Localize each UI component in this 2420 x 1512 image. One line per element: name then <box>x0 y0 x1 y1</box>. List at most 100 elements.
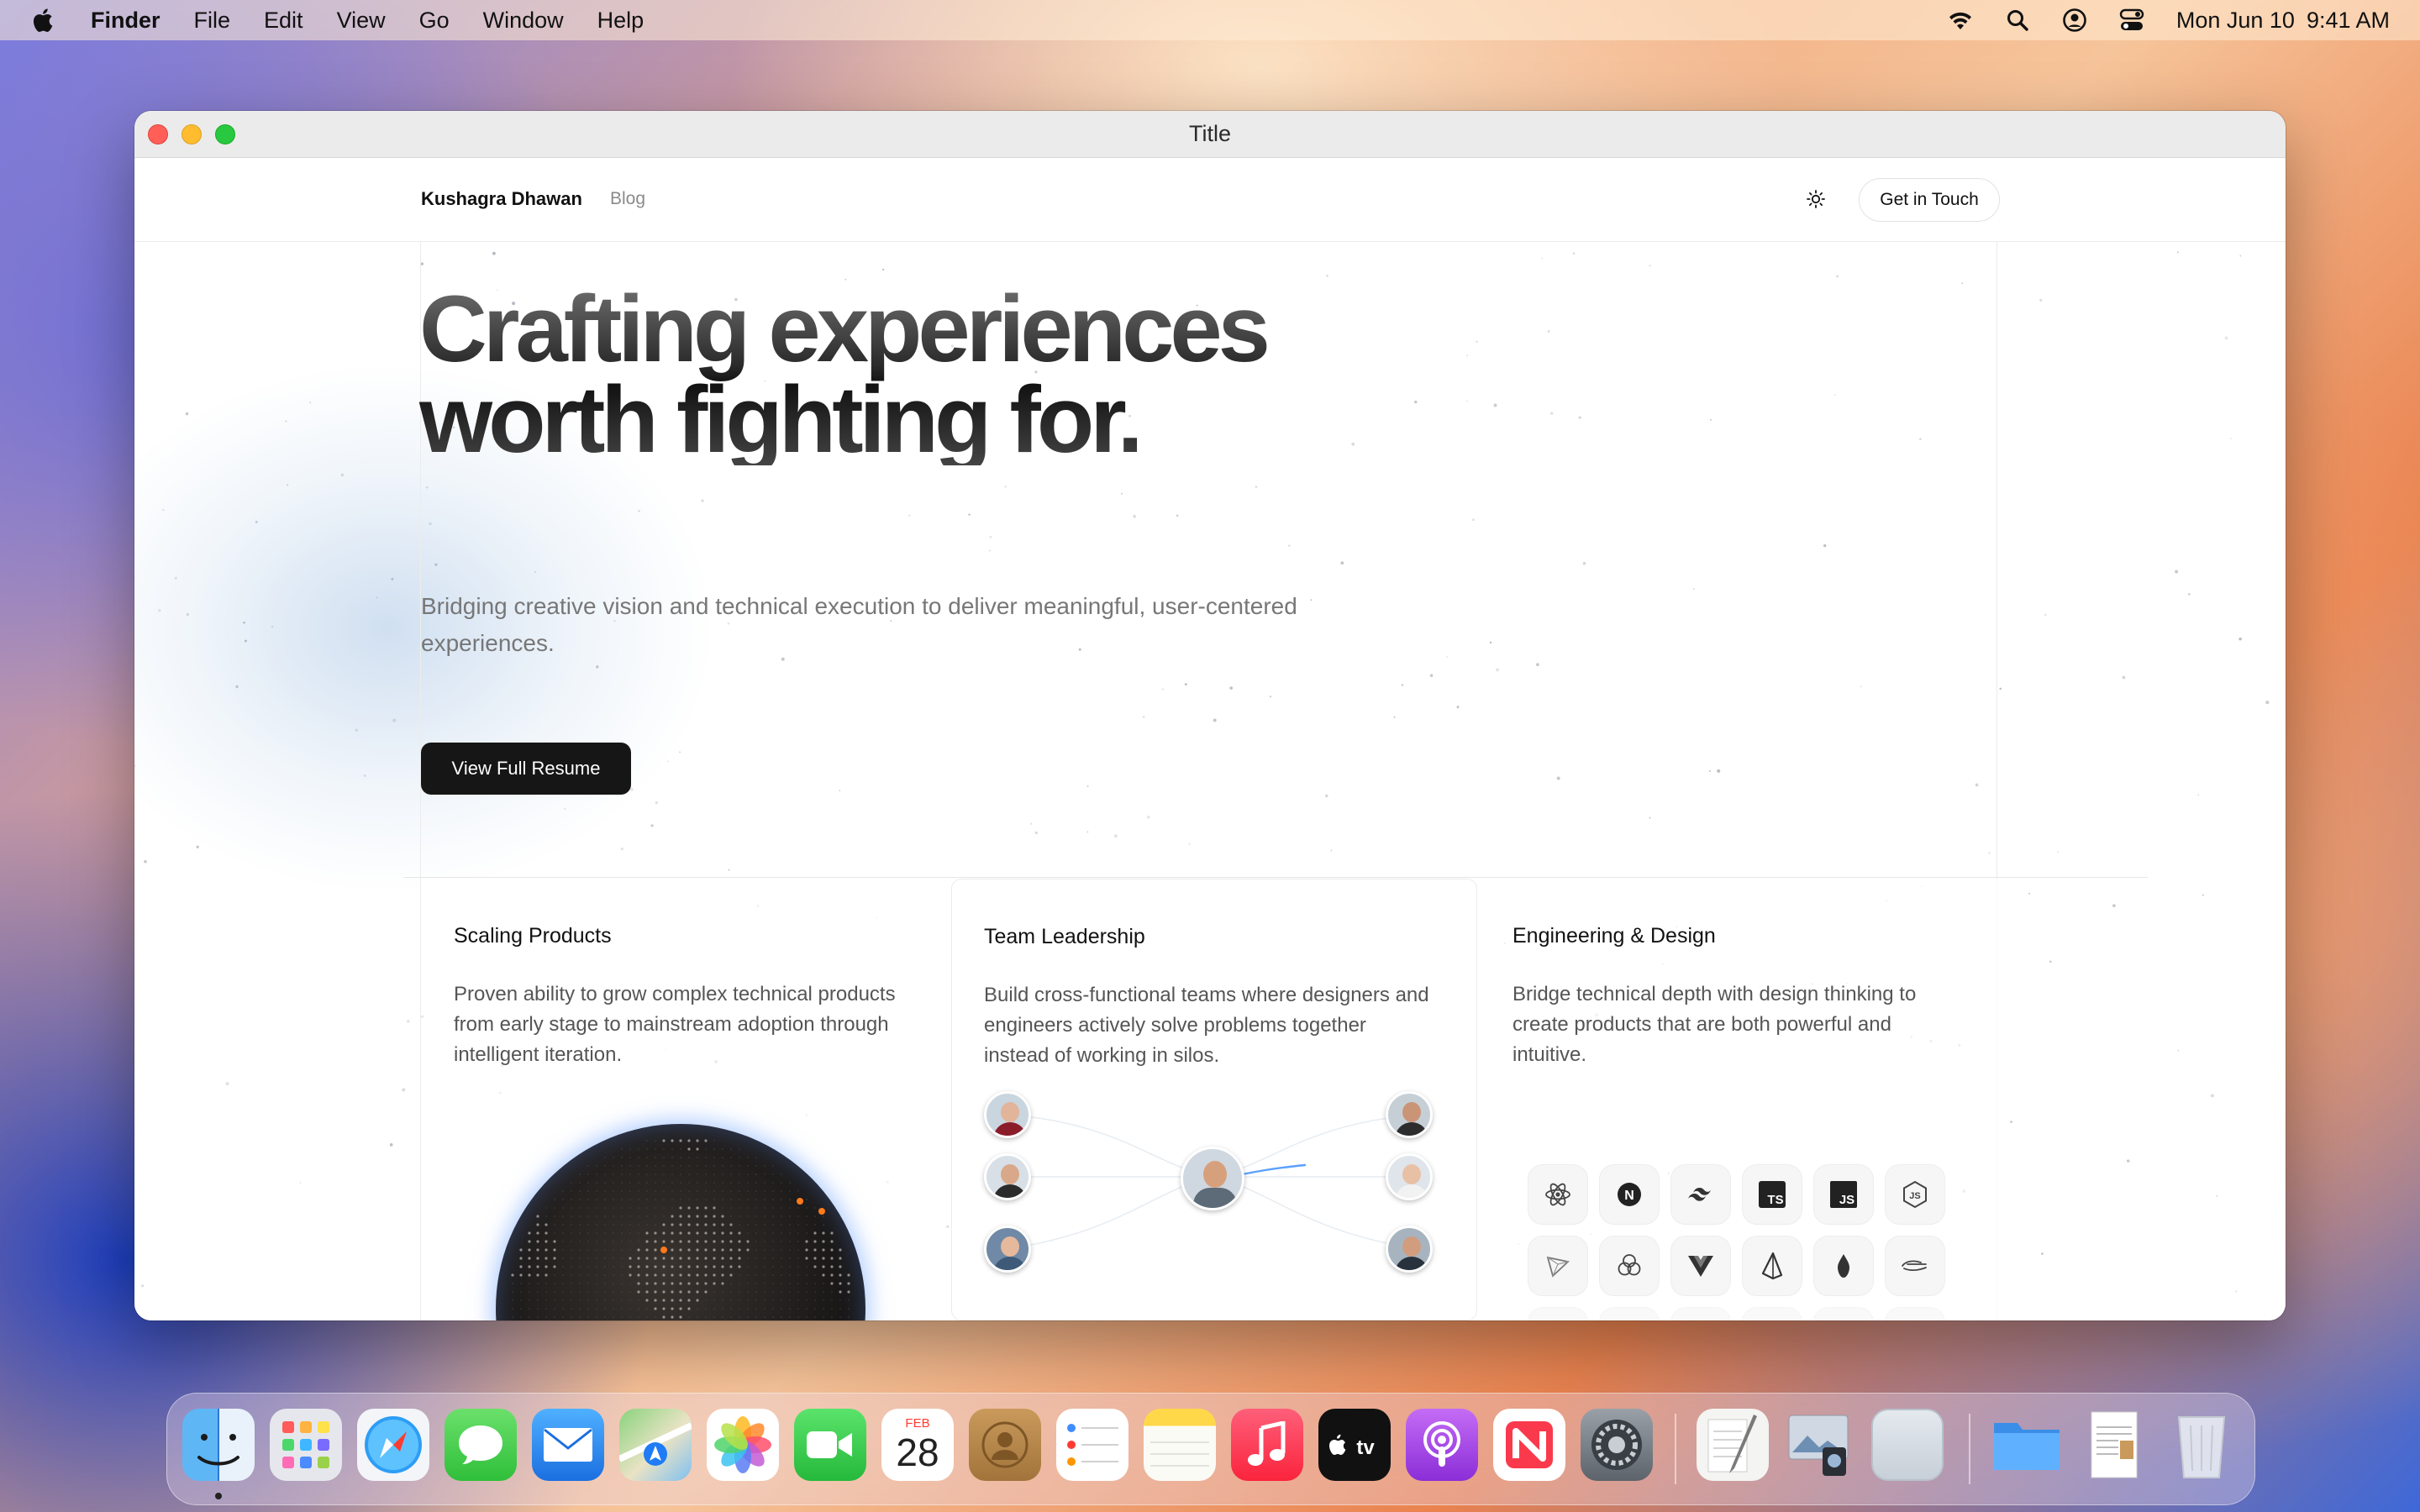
maps-icon[interactable] <box>619 1409 692 1481</box>
user-icon[interactable] <box>2060 6 2089 34</box>
site-header: Kushagra Dhawan Blog Get in Touch <box>134 158 2286 242</box>
star-dot <box>1988 852 1991 854</box>
globe-dot <box>722 1173 723 1175</box>
globe-dot <box>629 1182 631 1184</box>
globe-dot <box>730 1283 732 1284</box>
globe-dot <box>596 1257 597 1259</box>
menu-view[interactable]: View <box>337 8 386 34</box>
globe-dot <box>704 1290 708 1294</box>
globe-dot <box>772 1165 774 1167</box>
star-dot <box>425 486 429 489</box>
music-icon[interactable] <box>1231 1409 1303 1481</box>
search-icon[interactable] <box>2003 6 2032 34</box>
folder-icon[interactable] <box>1991 1409 2063 1481</box>
globe-dot <box>638 1316 639 1318</box>
globe-dot <box>604 1274 606 1276</box>
textedit-icon[interactable] <box>1697 1409 1769 1481</box>
hero-headline: Crafting experiences worth fighting for. <box>419 284 1512 465</box>
menu-edit[interactable]: Edit <box>264 8 303 34</box>
globe-dot <box>830 1231 834 1235</box>
globe-dot <box>687 1248 691 1252</box>
trash-icon[interactable] <box>2165 1409 2238 1481</box>
globe-dot <box>671 1207 673 1209</box>
window-titlebar[interactable]: Title <box>134 111 2286 158</box>
menu-app-name[interactable]: Finder <box>91 8 160 34</box>
document-icon[interactable] <box>2078 1409 2150 1481</box>
star-dot <box>376 596 378 599</box>
clock-time: 9:41 AM <box>2306 7 2390 33</box>
news-icon[interactable] <box>1493 1409 1565 1481</box>
globe-dot <box>730 1173 732 1175</box>
globe-dot <box>554 1274 555 1276</box>
photos-icon[interactable] <box>707 1409 779 1481</box>
globe-dot <box>629 1249 631 1251</box>
star-dot <box>1030 822 1033 825</box>
apple-tv-icon[interactable]: tv <box>1318 1409 1391 1481</box>
globe-dot <box>587 1291 589 1293</box>
globe-dot <box>655 1316 656 1318</box>
star-dot <box>1999 687 2002 690</box>
globe-dot <box>739 1291 740 1293</box>
sun-icon[interactable] <box>1803 186 1828 212</box>
globe-dot <box>747 1283 749 1284</box>
globe-dot <box>680 1165 681 1167</box>
globe-dot <box>696 1290 699 1294</box>
preview-icon[interactable] <box>1784 1409 1856 1481</box>
hero-headline-line-2: worth fighting for. <box>419 367 1139 472</box>
messages-icon[interactable] <box>445 1409 517 1481</box>
globe-dot <box>739 1224 740 1226</box>
calendar-icon[interactable]: FEB 28 <box>881 1409 954 1481</box>
mail-icon[interactable] <box>532 1409 604 1481</box>
podcasts-icon[interactable] <box>1406 1409 1478 1481</box>
globe-dot <box>613 1266 614 1268</box>
web-page: Kushagra Dhawan Blog Get in Touch Crafti… <box>134 158 2286 1320</box>
get-in-touch-button[interactable]: Get in Touch <box>1859 178 2000 222</box>
globe-dot <box>613 1157 614 1158</box>
finder-icon[interactable] <box>182 1409 255 1481</box>
globe-dot <box>747 1157 749 1158</box>
globe-dot <box>739 1182 740 1184</box>
globe-dot <box>814 1316 816 1318</box>
menu-file[interactable]: File <box>194 8 231 34</box>
globe-dot <box>705 1199 707 1200</box>
menu-clock[interactable]: Mon Jun 10 9:41 AM <box>2176 8 2390 34</box>
wifi-icon[interactable] <box>1946 6 1975 34</box>
contacts-icon[interactable] <box>969 1409 1041 1481</box>
nav-blog-link[interactable]: Blog <box>610 189 645 209</box>
reminders-icon[interactable] <box>1056 1409 1128 1481</box>
globe-dot <box>755 1207 757 1209</box>
globe-dot <box>797 1274 799 1276</box>
globe-dot <box>730 1291 732 1293</box>
globe-dot <box>806 1308 808 1310</box>
globe-dot <box>654 1240 657 1243</box>
close-button[interactable] <box>148 124 168 144</box>
zoom-button[interactable] <box>215 124 235 144</box>
globe-dot <box>755 1257 757 1259</box>
globe-dot <box>739 1283 740 1284</box>
globe-dot <box>679 1315 682 1319</box>
star-dot <box>185 412 189 416</box>
view-resume-button[interactable]: View Full Resume <box>421 743 631 795</box>
star-dot <box>420 262 424 265</box>
safari-icon[interactable] <box>357 1409 429 1481</box>
menu-go[interactable]: Go <box>419 8 450 34</box>
globe-dot <box>537 1283 539 1284</box>
control-center-icon[interactable] <box>2118 6 2146 34</box>
menu-window[interactable]: Window <box>483 8 564 34</box>
star-dot <box>2122 675 2126 680</box>
globe-dot <box>562 1299 564 1301</box>
blank-app-icon[interactable] <box>1871 1409 1944 1481</box>
facetime-icon[interactable] <box>794 1409 866 1481</box>
launchpad-icon[interactable] <box>270 1409 342 1481</box>
globe-dot <box>806 1283 808 1284</box>
notes-icon[interactable] <box>1144 1409 1216 1481</box>
globe-dot <box>830 1257 834 1260</box>
globe-dot <box>722 1316 723 1318</box>
site-brand-link[interactable]: Kushagra Dhawan <box>421 188 582 210</box>
menu-help[interactable]: Help <box>597 8 644 34</box>
globe-dot <box>544 1240 548 1243</box>
globe-dot <box>687 1299 691 1302</box>
system-settings-icon[interactable] <box>1581 1409 1653 1481</box>
minimize-button[interactable] <box>182 124 202 144</box>
apple-menu-icon[interactable] <box>30 7 54 34</box>
